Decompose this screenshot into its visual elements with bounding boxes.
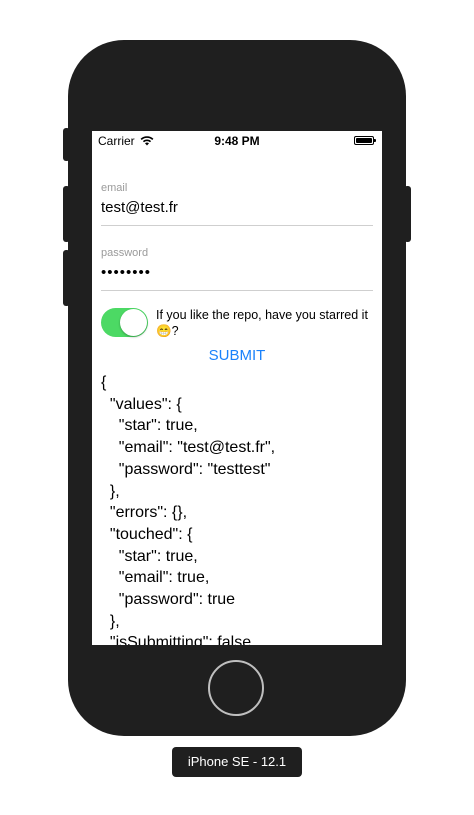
json-line: "email": "test@test.fr", — [101, 439, 276, 457]
json-line: }, — [101, 612, 120, 630]
json-line: "star": true, — [101, 547, 198, 565]
toggle-knob — [120, 309, 147, 336]
password-field-group: password — [101, 247, 373, 291]
star-switch-label: If you like the repo, have you starred i… — [156, 308, 368, 338]
json-line: "password": "testtest" — [101, 460, 271, 478]
star-toggle[interactable] — [101, 308, 148, 337]
device-label: iPhone SE - 12.1 — [172, 747, 302, 777]
phone-screen: Carrier 9:48 PM email password — [92, 131, 382, 645]
status-time: 9:48 PM — [214, 134, 260, 148]
battery-icon — [354, 136, 376, 145]
json-line: }, — [101, 482, 120, 500]
form-state-json: { "values": { "star": true, "email": "te… — [101, 372, 376, 645]
json-line: "password": true — [101, 591, 236, 609]
email-field-group: email — [101, 182, 373, 226]
home-button[interactable] — [208, 660, 264, 716]
json-line: "star": true, — [101, 417, 198, 435]
json-line: "values": { — [101, 395, 182, 413]
email-input[interactable] — [101, 197, 373, 217]
json-line: "touched": { — [101, 525, 193, 543]
json-line: "email": true, — [101, 569, 210, 587]
status-bar: Carrier 9:48 PM — [92, 131, 382, 151]
star-switch-row: If you like the repo, have you starred i… — [101, 307, 376, 341]
password-input[interactable] — [101, 262, 373, 282]
simulator-stage: Carrier 9:48 PM email password — [0, 0, 474, 815]
json-line: "isSubmitting": false, — [101, 634, 256, 645]
submit-button[interactable]: SUBMIT — [92, 344, 382, 366]
json-line: { — [101, 374, 107, 391]
email-label: email — [101, 182, 128, 194]
json-line: "errors": {}, — [101, 504, 188, 522]
password-label: password — [101, 247, 149, 259]
